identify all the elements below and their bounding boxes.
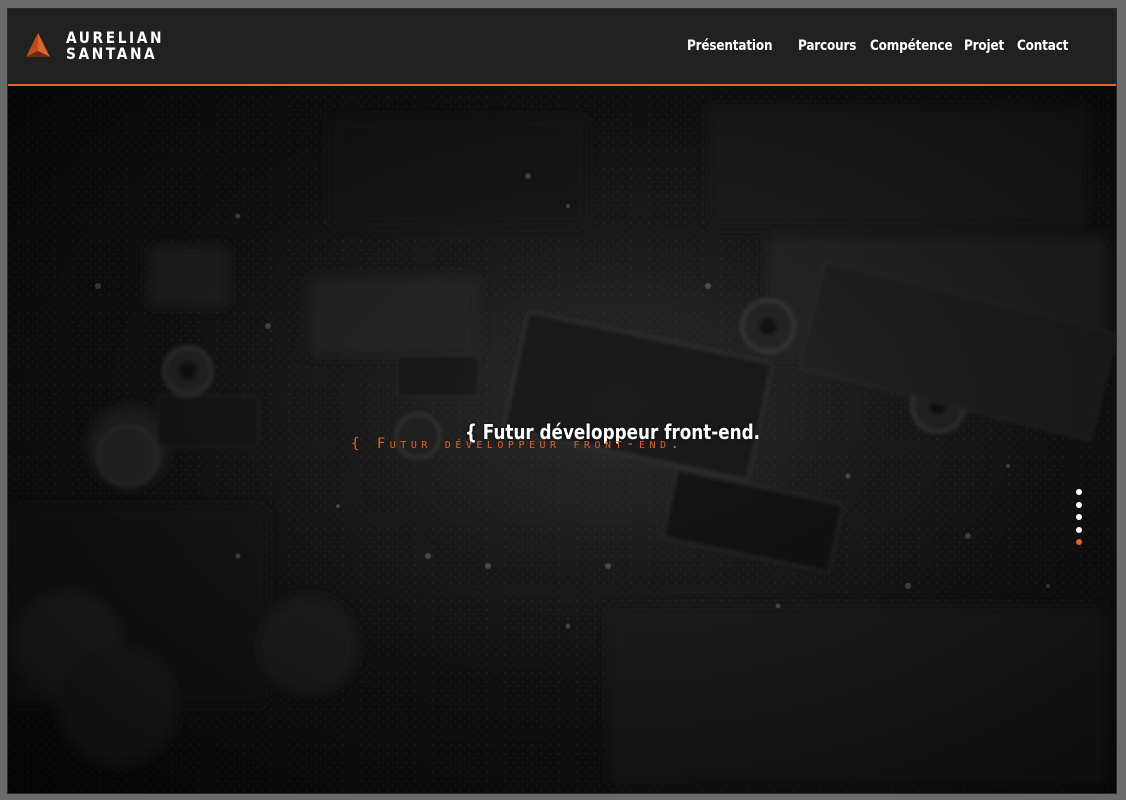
nav-item-presentation[interactable]: Présentation bbox=[687, 38, 773, 54]
tagline-echo-text: { Futur développeur front-end. bbox=[351, 436, 684, 452]
hero-tagline: { Futur développeur front-end. { Futur d… bbox=[8, 416, 1116, 466]
nav-item-competence[interactable]: Compétence bbox=[870, 38, 953, 54]
main-nav: Présentation Parcours Compétence Projet … bbox=[8, 38, 1116, 58]
pagination-dot-4[interactable] bbox=[1076, 526, 1082, 533]
nav-item-projet[interactable]: Projet bbox=[964, 38, 1004, 54]
nav-item-parcours[interactable]: Parcours bbox=[798, 38, 856, 54]
pagination-dot-2[interactable] bbox=[1076, 501, 1082, 508]
page-frame: AURELIAN SANTANA Présentation Parcours C… bbox=[8, 9, 1116, 793]
hero-section: { Futur développeur front-end. { Futur d… bbox=[8, 86, 1116, 793]
nav-item-contact[interactable]: Contact bbox=[1017, 38, 1068, 54]
site-header: AURELIAN SANTANA Présentation Parcours C… bbox=[8, 9, 1116, 86]
pagination-dot-1[interactable] bbox=[1076, 489, 1082, 495]
pagination-dot-5-active[interactable] bbox=[1076, 539, 1082, 545]
section-pagination bbox=[1076, 489, 1084, 552]
pagination-dot-3[interactable] bbox=[1076, 514, 1082, 520]
